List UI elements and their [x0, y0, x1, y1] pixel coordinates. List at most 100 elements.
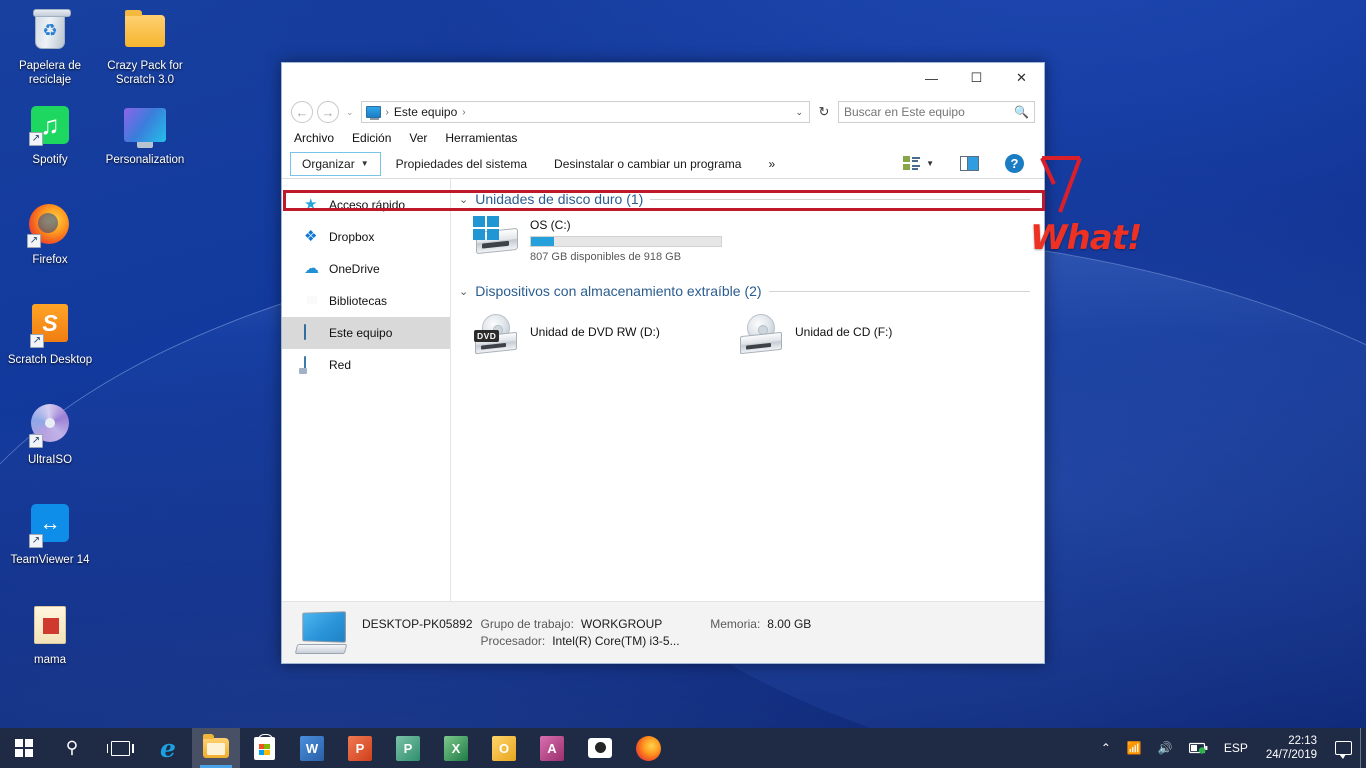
taskbar-powerpoint[interactable]: P: [336, 728, 384, 768]
group-title: Dispositivos con almacenamiento extraíbl…: [475, 283, 762, 299]
sidebar-item-label: Acceso rápido: [329, 198, 406, 212]
menu-herramientas[interactable]: Herramientas: [445, 131, 517, 145]
refresh-icon[interactable]: ↻: [814, 101, 834, 123]
shortcut-arrow-icon: ↗: [29, 534, 43, 548]
word-icon: W: [300, 735, 324, 761]
dvd-badge: DVD: [474, 330, 500, 342]
dvd-drive-icon: DVD: [473, 314, 520, 355]
taskbar-microsoft-store[interactable]: [240, 728, 288, 768]
uninstall-change-program-button[interactable]: Desinstalar o cambiar un programa: [542, 152, 753, 176]
sidebar-item-onedrive[interactable]: ☁ OneDrive: [282, 253, 450, 285]
battery-icon[interactable]: [1181, 728, 1216, 768]
desktop-icon-label: Spotify: [32, 154, 68, 166]
language-indicator[interactable]: ESP: [1216, 728, 1256, 768]
show-hidden-icons-button[interactable]: ⌃: [1093, 728, 1119, 768]
taskbar-firefox[interactable]: [624, 728, 672, 768]
desktop-icon-label: UltraISO: [27, 454, 73, 466]
breadcrumb-this-pc[interactable]: Este equipo: [394, 105, 457, 119]
address-bar[interactable]: › Este equipo › ⌄: [360, 101, 810, 123]
notification-icon: [1335, 741, 1352, 759]
command-toolbar: Organizar ▼ Propiedades del sistema Desi…: [282, 149, 1044, 179]
help-button[interactable]: ?: [993, 152, 1036, 176]
change-view-button[interactable]: ▼: [891, 152, 946, 176]
taskbar-internet-explorer[interactable]: e: [144, 728, 192, 768]
group-header-hard-drives[interactable]: ⌄ Unidades de disco duro (1): [459, 191, 1030, 207]
sidebar-item-este-equipo[interactable]: Este equipo: [282, 317, 450, 349]
shortcut-arrow-icon: ↗: [29, 132, 43, 146]
group-divider: [650, 198, 1030, 200]
taskbar-search-button[interactable]: ⚲: [48, 728, 96, 768]
forward-button[interactable]: →: [317, 101, 339, 123]
organize-button[interactable]: Organizar ▼: [290, 151, 381, 176]
minimize-button[interactable]: —: [909, 63, 954, 93]
chevron-down-icon[interactable]: ▼: [926, 159, 934, 168]
task-view-icon: [106, 740, 134, 756]
desktop-icon-personalization[interactable]: Personalization: [97, 100, 193, 167]
desktop-icon-teamviewer[interactable]: ↔ ↗ TeamViewer 14: [2, 500, 98, 567]
hard-drive-list: OS (C:) 807 GB disponibles de 918 GB: [459, 216, 1030, 275]
menu-archivo[interactable]: Archivo: [294, 131, 334, 145]
chevron-down-icon[interactable]: ⌄: [795, 107, 805, 118]
desktop-icon-recycle-bin[interactable]: Papelera de reciclaje: [2, 6, 98, 87]
drive-item-dvd-rw-d[interactable]: DVD Unidad de DVD RW (D:): [473, 314, 738, 355]
taskbar-access[interactable]: A: [528, 728, 576, 768]
notification-center-button[interactable]: [1327, 728, 1360, 768]
menu-edicion[interactable]: Edición: [352, 131, 391, 145]
group-header-removable-devices[interactable]: ⌄ Dispositivos con almacenamiento extraí…: [459, 283, 1030, 299]
maximize-button[interactable]: ☐: [954, 63, 999, 93]
file-explorer-window[interactable]: — ☐ ✕ ← → ⌄ › Este equipo › ⌄ ↻ 🔍 Archiv…: [281, 62, 1045, 664]
desktop-icon-mama[interactable]: mama: [2, 600, 98, 667]
menu-ver[interactable]: Ver: [409, 131, 427, 145]
sidebar-item-acceso-rapido[interactable]: ★ Acceso rápido: [282, 189, 450, 221]
chevron-down-icon[interactable]: ⌄: [459, 285, 468, 298]
toolbar-overflow-button[interactable]: »: [756, 152, 787, 176]
preview-pane-icon: [960, 156, 979, 171]
wifi-icon[interactable]: 📶: [1119, 728, 1150, 768]
taskbar-outlook[interactable]: O: [480, 728, 528, 768]
menu-bar[interactable]: Archivo Edición Ver Herramientas: [282, 127, 1044, 149]
sidebar-item-dropbox[interactable]: ❖ Dropbox: [282, 221, 450, 253]
quick-access-star-icon: ★: [304, 196, 318, 213]
search-box[interactable]: 🔍: [838, 101, 1035, 123]
close-button[interactable]: ✕: [999, 63, 1044, 93]
microsoft-store-icon: [253, 733, 275, 760]
taskbar-task-view-button[interactable]: [96, 728, 144, 768]
desktop-icon-spotify[interactable]: ♫ ↗ Spotify: [2, 100, 98, 167]
chevron-down-icon[interactable]: ⌄: [459, 193, 468, 206]
desktop-icon-scratch-desktop[interactable]: S ↗ Scratch Desktop: [2, 300, 98, 367]
drive-item-os-c[interactable]: OS (C:) 807 GB disponibles de 918 GB: [473, 216, 1030, 263]
access-icon: A: [540, 735, 564, 761]
search-input[interactable]: [844, 105, 1015, 119]
desktop-icon-label: Papelera de reciclaje: [18, 60, 82, 86]
volume-icon[interactable]: 🔊: [1150, 728, 1181, 768]
recent-locations-icon[interactable]: ⌄: [343, 107, 357, 118]
sidebar-item-bibliotecas[interactable]: Bibliotecas: [282, 285, 450, 317]
file-explorer-icon: [203, 734, 229, 758]
show-desktop-button[interactable]: [1360, 728, 1366, 768]
breadcrumb-separator[interactable]: ›: [462, 107, 465, 118]
windows-logo-icon: [15, 739, 33, 757]
excel-icon: X: [444, 735, 468, 761]
desktop-icon-label: TeamViewer 14: [10, 554, 90, 566]
taskbar[interactable]: ⚲ e W P P X O A ⌃ 📶 🔊 ESP 22:13 24/7/201…: [0, 728, 1366, 768]
taskbar-camera[interactable]: [576, 728, 624, 768]
taskbar-file-explorer[interactable]: [192, 728, 240, 768]
search-icon[interactable]: 🔍: [1014, 105, 1029, 119]
preview-pane-button[interactable]: [948, 152, 991, 176]
breadcrumb-separator: ›: [385, 106, 389, 118]
start-button[interactable]: [0, 728, 48, 768]
clock[interactable]: 22:13 24/7/2019: [1256, 728, 1327, 768]
sidebar-item-red[interactable]: Red: [282, 349, 450, 381]
taskbar-word[interactable]: W: [288, 728, 336, 768]
desktop-icon-firefox[interactable]: ↗ Firefox: [2, 200, 98, 267]
taskbar-excel[interactable]: X: [432, 728, 480, 768]
title-bar[interactable]: — ☐ ✕: [282, 63, 1044, 97]
desktop-icon-ultraiso[interactable]: ↗ UltraISO: [2, 400, 98, 467]
system-properties-button[interactable]: Propiedades del sistema: [384, 152, 539, 176]
workgroup-label: Grupo de trabajo:: [480, 616, 574, 631]
content-pane[interactable]: ⌄ Unidades de disco duro (1) OS (C:) 807…: [451, 179, 1044, 601]
drive-item-cd-f[interactable]: Unidad de CD (F:): [738, 314, 1003, 355]
desktop-icon-crazy-pack[interactable]: Crazy Pack for Scratch 3.0: [97, 6, 193, 87]
taskbar-publisher[interactable]: P: [384, 728, 432, 768]
back-button[interactable]: ←: [291, 101, 313, 123]
